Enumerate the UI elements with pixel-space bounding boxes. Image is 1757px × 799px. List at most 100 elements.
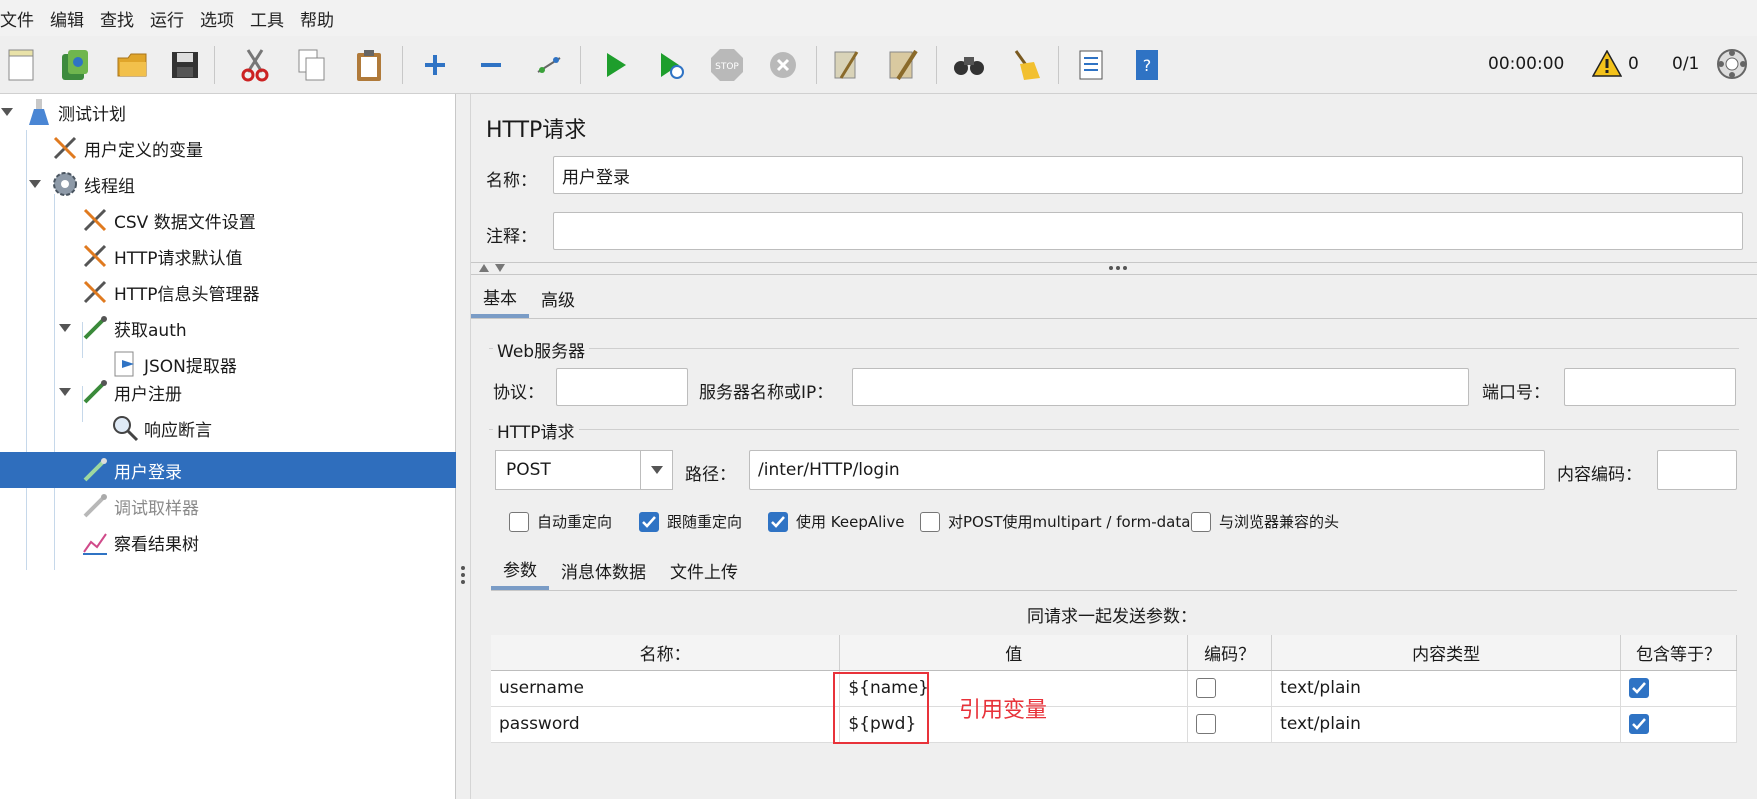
save-icon[interactable] — [166, 46, 204, 84]
collapse-icon[interactable] — [472, 46, 510, 84]
tab-file-upload[interactable]: 文件上传 — [658, 550, 750, 590]
column-include-equals[interactable]: 包含等于？ — [1620, 635, 1737, 671]
param-include-equals[interactable] — [1620, 706, 1737, 743]
elapsed-timer: 00:00:00 — [1488, 54, 1565, 74]
tab-parameters[interactable]: 参数 — [491, 550, 549, 590]
collapse-root-icon[interactable] — [0, 105, 14, 119]
shutdown-icon[interactable] — [764, 46, 802, 84]
checkbox-box[interactable] — [1191, 511, 1211, 532]
tree-item-csv[interactable]: CSV 数据文件设置 — [80, 202, 256, 238]
wrench-icon — [80, 205, 110, 235]
cut-icon[interactable] — [236, 46, 274, 84]
collapse-thread-group-icon[interactable] — [28, 177, 42, 191]
comment-input[interactable] — [553, 212, 1743, 250]
collapse-register-icon[interactable] — [58, 385, 72, 399]
stop-icon[interactable]: STOP — [708, 46, 746, 84]
port-input[interactable] — [1564, 368, 1736, 406]
tree-item-login[interactable]: 用户登录 — [0, 452, 456, 488]
tree-item-http-defaults[interactable]: HTTP请求默认值 — [80, 238, 243, 274]
clear-icon[interactable] — [828, 46, 866, 84]
encoding-input[interactable] — [1657, 450, 1737, 490]
reset-search-icon[interactable] — [1006, 46, 1044, 84]
menu-bar: 文件 编辑 查找 运行 选项 工具 帮助 — [0, 0, 1757, 36]
checkbox-box[interactable] — [1196, 714, 1217, 734]
tree-item-result-tree[interactable]: 察看结果树 — [80, 524, 199, 560]
menu-tools[interactable]: 工具 — [250, 6, 290, 31]
menu-file[interactable]: 文件 — [0, 6, 40, 31]
gear-icon — [50, 169, 80, 199]
server-input[interactable] — [852, 368, 1469, 406]
path-input[interactable]: /inter/HTTP/login — [749, 450, 1545, 490]
collapse-arrows[interactable] — [479, 264, 505, 272]
menu-search[interactable]: 查找 — [100, 6, 140, 31]
function-helper-icon[interactable] — [1072, 46, 1110, 84]
expand-icon[interactable] — [416, 46, 454, 84]
tree-item-thread-group[interactable]: 线程组 — [50, 166, 135, 202]
new-file-icon[interactable] — [2, 46, 40, 84]
tree-item-debug-sampler[interactable]: 调试取样器 — [80, 488, 199, 524]
browser-headers-checkbox[interactable]: 与浏览器兼容的头 — [1191, 511, 1339, 532]
binoculars-icon[interactable] — [950, 46, 988, 84]
start-icon[interactable] — [596, 46, 634, 84]
collapse-get-auth-icon[interactable] — [58, 321, 72, 335]
templates-icon[interactable] — [56, 46, 94, 84]
param-encode[interactable] — [1187, 706, 1273, 743]
param-include-equals[interactable] — [1620, 670, 1737, 707]
comment-label: 注释： — [486, 227, 537, 247]
checkmark-icon[interactable] — [639, 511, 659, 532]
checkbox-box[interactable] — [920, 511, 940, 532]
copy-icon[interactable] — [292, 46, 330, 84]
protocol-input[interactable] — [556, 368, 688, 406]
arrow-up-icon[interactable] — [479, 264, 489, 272]
checkmark-icon[interactable] — [1629, 678, 1649, 698]
tree-item-get-auth[interactable]: 获取auth — [80, 310, 187, 346]
toggle-icon[interactable] — [530, 46, 568, 84]
open-folder-icon[interactable] — [114, 46, 152, 84]
magnifier-icon — [110, 413, 140, 443]
warning-counter[interactable]: 0 — [1592, 50, 1639, 77]
param-content-type[interactable]: text/plain — [1271, 670, 1621, 707]
pane-splitter[interactable] — [456, 94, 471, 799]
menu-help[interactable]: 帮助 — [300, 6, 340, 31]
checkbox-box[interactable] — [509, 511, 529, 532]
menu-options[interactable]: 选项 — [200, 6, 240, 31]
table-row[interactable]: password ${pwd} text/plain — [491, 706, 1737, 743]
column-encode[interactable]: 编码？ — [1187, 635, 1273, 671]
tree-item-assertion[interactable]: 响应断言 — [110, 410, 212, 446]
chevron-down-icon[interactable] — [640, 451, 672, 489]
checkbox-box[interactable] — [1196, 678, 1217, 698]
column-content-type[interactable]: 内容类型 — [1271, 635, 1621, 671]
name-input[interactable]: 用户登录 — [553, 156, 1743, 194]
param-content-type[interactable]: text/plain — [1271, 706, 1621, 743]
paste-icon[interactable] — [350, 46, 388, 84]
tree-item-user-vars[interactable]: 用户定义的变量 — [50, 130, 203, 166]
checkmark-icon[interactable] — [768, 511, 788, 532]
table-row[interactable]: username ${name} text/plain — [491, 670, 1737, 707]
start-no-timers-icon[interactable] — [652, 46, 690, 84]
tab-advanced[interactable]: 高级 — [529, 278, 587, 318]
tree-item-test-plan[interactable]: 测试计划 — [24, 94, 126, 130]
column-name[interactable]: 名称： — [491, 635, 841, 671]
follow-redirect-checkbox[interactable]: 跟随重定向 — [639, 511, 742, 532]
pipette-icon — [80, 313, 110, 343]
tab-body-data[interactable]: 消息体数据 — [549, 550, 658, 590]
param-name[interactable]: password — [491, 706, 841, 743]
method-select[interactable]: POST — [495, 450, 673, 490]
checkmark-icon[interactable] — [1629, 714, 1649, 734]
column-value[interactable]: 值 — [839, 635, 1189, 671]
drag-handle-icon[interactable] — [1109, 266, 1127, 270]
tree-item-header-manager[interactable]: HTTP信息头管理器 — [80, 274, 260, 310]
tab-basic[interactable]: 基本 — [471, 278, 529, 318]
clear-all-icon[interactable] — [884, 46, 922, 84]
help-icon[interactable]: ? — [1128, 46, 1166, 84]
menu-run[interactable]: 运行 — [150, 6, 190, 31]
parameters-table: 名称： 值 编码？ 内容类型 包含等于？ username ${name} te… — [491, 635, 1737, 743]
tree-item-register[interactable]: 用户注册 — [80, 374, 182, 410]
auto-redirect-checkbox[interactable]: 自动重定向 — [509, 511, 612, 532]
arrow-down-icon[interactable] — [495, 264, 505, 272]
keepalive-checkbox[interactable]: 使用 KeepAlive — [768, 511, 905, 532]
menu-edit[interactable]: 编辑 — [50, 6, 90, 31]
param-encode[interactable] — [1187, 670, 1273, 707]
param-name[interactable]: username — [491, 670, 841, 707]
multipart-checkbox[interactable]: 对POST使用multipart / form-data — [920, 511, 1190, 532]
